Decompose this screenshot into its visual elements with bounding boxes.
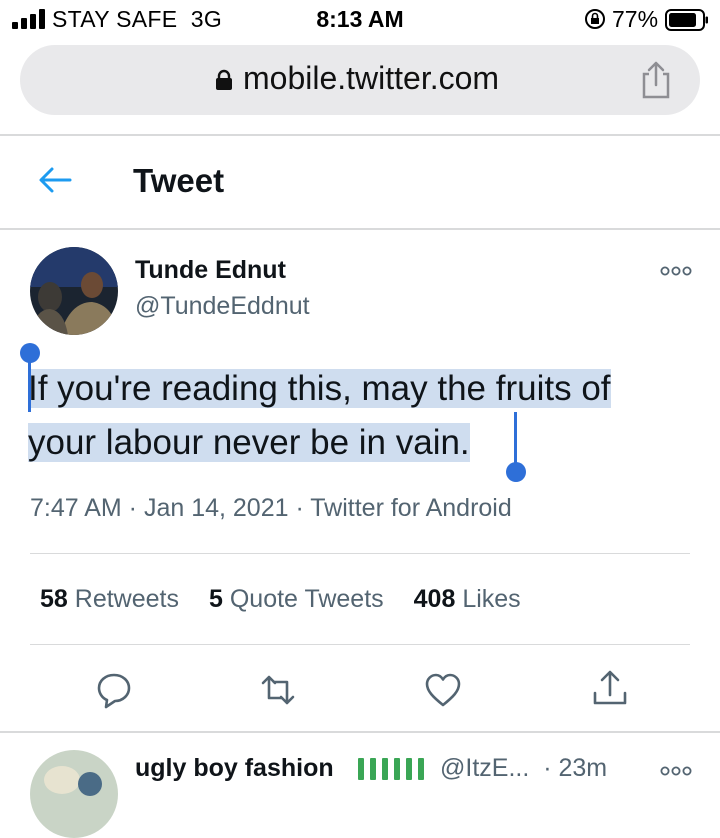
quote-count: 5 bbox=[208, 585, 223, 613]
selection-start-caret bbox=[28, 360, 31, 412]
share-icon[interactable] bbox=[590, 668, 630, 708]
reply-author-name[interactable]: ugly boy fashion bbox=[135, 754, 334, 783]
divider bbox=[0, 134, 720, 136]
reply-avatar[interactable] bbox=[30, 750, 118, 838]
retweets-label: Retweets bbox=[74, 585, 179, 613]
status-bar: STAY SAFE 3G 8:13 AM 77% bbox=[0, 0, 720, 40]
retweet-icon[interactable] bbox=[258, 670, 298, 710]
battery-percent: 77% bbox=[612, 6, 659, 32]
author-name[interactable]: Tunde Ednut bbox=[135, 256, 286, 285]
reply-icon[interactable] bbox=[94, 670, 134, 710]
tweet-stats: 58 Retweets 5 Quote Tweets 408 Likes bbox=[40, 585, 551, 614]
divider bbox=[30, 553, 690, 554]
back-arrow-icon[interactable] bbox=[38, 166, 72, 194]
tweet-text-line: If you're reading this, may the fruits o… bbox=[28, 369, 611, 408]
tweet-text[interactable]: If you're reading this, may the fruits o… bbox=[28, 362, 698, 470]
author-avatar[interactable] bbox=[30, 247, 118, 335]
rotation-lock-icon bbox=[585, 9, 605, 29]
retweets-stat[interactable]: 58 Retweets bbox=[40, 585, 179, 614]
quote-tweets-stat[interactable]: 5 Quote Tweets bbox=[209, 585, 384, 614]
likes-count: 408 bbox=[413, 585, 456, 613]
selection-end-handle[interactable] bbox=[506, 462, 526, 482]
likes-label: Likes bbox=[462, 585, 521, 613]
nigeria-flag-icon bbox=[358, 758, 424, 780]
tweet-text-line: your labour never be in vain. bbox=[28, 423, 470, 462]
author-handle[interactable]: @TundeEddnut bbox=[135, 292, 310, 321]
like-icon[interactable] bbox=[423, 670, 463, 710]
reply-time: · 23m bbox=[543, 754, 608, 782]
avatar-photo bbox=[30, 247, 118, 335]
avatar-photo bbox=[30, 750, 118, 838]
selection-end-caret bbox=[514, 412, 517, 464]
url-text[interactable]: mobile.twitter.com bbox=[243, 60, 499, 97]
tweet-meta: 7:47 AM · Jan 14, 2021 · Twitter for And… bbox=[30, 494, 512, 522]
likes-stat[interactable]: 408 Likes bbox=[414, 585, 521, 614]
page-title: Tweet bbox=[133, 162, 225, 199]
retweets-count: 58 bbox=[40, 585, 68, 613]
divider bbox=[0, 731, 720, 733]
battery-icon bbox=[665, 9, 708, 31]
divider bbox=[30, 644, 690, 645]
reply-handle[interactable]: @ItzE... bbox=[440, 754, 529, 782]
more-options-icon[interactable] bbox=[660, 263, 692, 279]
quote-label: Quote Tweets bbox=[229, 585, 384, 613]
reply-more-options-icon[interactable] bbox=[660, 763, 692, 779]
browser-share-icon[interactable] bbox=[638, 60, 674, 100]
padlock-icon bbox=[216, 69, 232, 90]
divider bbox=[0, 228, 720, 230]
reply-meta: @ItzE... · 23m bbox=[440, 754, 607, 783]
